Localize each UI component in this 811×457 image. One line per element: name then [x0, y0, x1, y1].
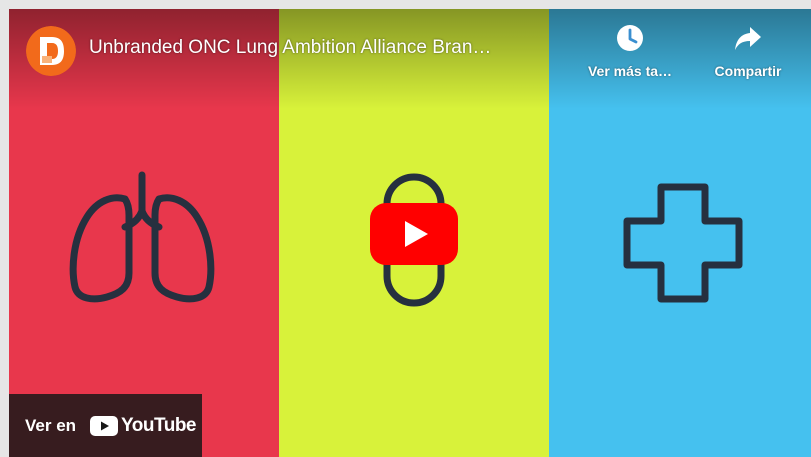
channel-logo[interactable] [26, 26, 76, 76]
share-arrow-icon [735, 27, 761, 50]
youtube-play-icon [90, 415, 119, 436]
lungs-icon [69, 171, 215, 303]
watch-on-youtube-button[interactable]: Ver en YouTube [9, 394, 202, 457]
watch-later-label: Ver más ta… [587, 63, 673, 79]
share-label: Compartir [714, 63, 782, 79]
watch-on-label: Ver en [25, 415, 77, 435]
share-button[interactable]: Compartir [693, 23, 803, 93]
medical-cross-icon [623, 183, 743, 303]
watch-later-button[interactable]: Ver más ta… [575, 23, 685, 93]
channel-d-logo-icon [26, 26, 76, 76]
video-player[interactable]: Unbranded ONC Lung Ambition Alliance Bra… [9, 9, 811, 457]
video-title[interactable]: Unbranded ONC Lung Ambition Alliance Bra… [89, 37, 491, 59]
youtube-wordmark: YouTube [121, 414, 196, 436]
youtube-logo: YouTube [90, 415, 196, 437]
clock-icon [617, 25, 643, 51]
play-button[interactable] [370, 203, 458, 265]
